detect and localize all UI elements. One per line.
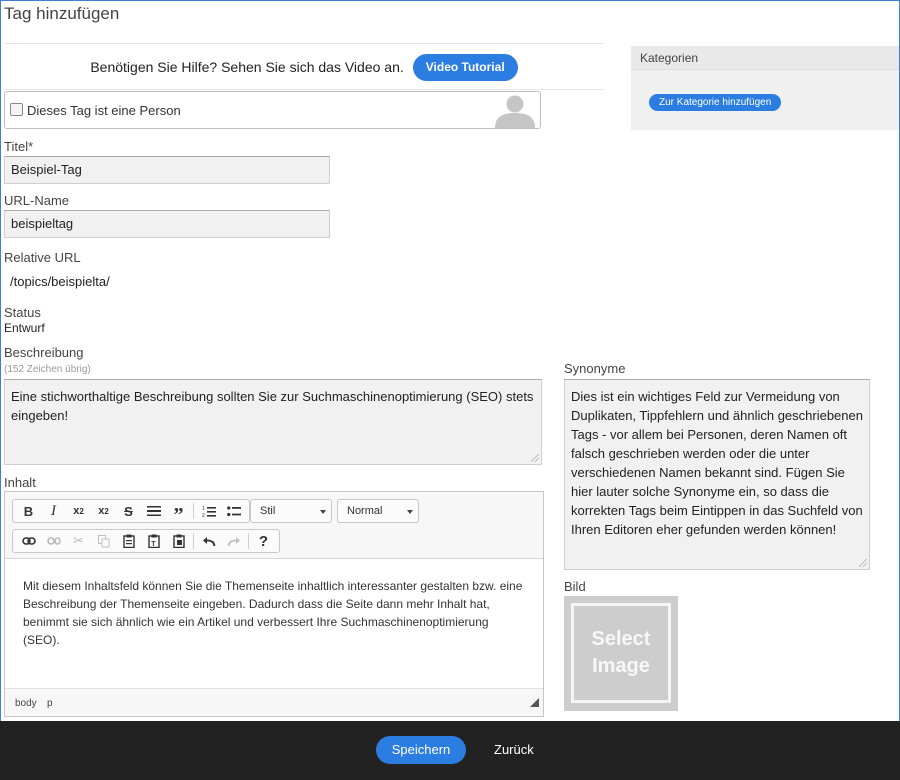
format-dropdown-value: Normal	[347, 505, 383, 517]
synonyms-label: Synonyme	[564, 361, 626, 376]
back-link[interactable]: Zurück	[494, 742, 534, 757]
categories-panel: Kategorien Zur Kategorie hinzufügen	[631, 46, 899, 130]
superscript-icon[interactable]: x2	[91, 500, 116, 522]
person-toggle-box: Dieses Tag ist eine Person	[4, 91, 541, 129]
image-placeholder: Select Image	[571, 603, 671, 703]
image-placeholder-line2: Image	[592, 655, 650, 677]
relative-url-value: /topics/beispielta/	[10, 274, 110, 289]
url-name-field[interactable]: beispieltag	[4, 210, 330, 238]
element-path-p[interactable]: p	[47, 698, 53, 709]
content-label: Inhalt	[4, 475, 36, 490]
resize-grip-icon[interactable]	[859, 559, 867, 567]
numbered-list-icon[interactable]: 12	[196, 500, 221, 522]
synonyms-textarea[interactable]: Dies ist ein wichtiges Feld zur Vermeidu…	[564, 379, 870, 570]
toolbar-separator	[193, 533, 194, 549]
save-button[interactable]: Speichern	[376, 736, 466, 764]
image-placeholder-line1: Select	[591, 628, 651, 650]
video-tutorial-button[interactable]: Video Tutorial	[412, 53, 518, 81]
add-category-button[interactable]: Zur Kategorie hinzufügen	[649, 94, 782, 111]
description-label: Beschreibung	[4, 345, 84, 360]
help-icon[interactable]: ?	[251, 530, 276, 552]
editor-toolbar: B I x2 x2 S ” 12 Stil Normal ✂ T ?	[5, 492, 543, 559]
toolbar-separator	[193, 503, 194, 519]
description-textarea[interactable]: Eine stichworthaltige Beschreibung sollt…	[4, 379, 542, 465]
description-char-counter: (152 Zeichen übrig)	[4, 364, 91, 375]
horizontal-rule-icon[interactable]	[141, 500, 166, 522]
status-value: Entwurf	[4, 321, 45, 335]
subscript-icon[interactable]: x2	[66, 500, 91, 522]
formatting-group: B I x2 x2 S ” 12	[12, 499, 250, 526]
page-title: Tag hinzufügen	[4, 4, 120, 23]
description-text: Eine stichworthaltige Beschreibung sollt…	[11, 389, 534, 423]
copy-icon[interactable]	[91, 530, 116, 552]
svg-text:1: 1	[202, 506, 205, 512]
link-icon[interactable]	[16, 530, 41, 552]
dialog-frame: Tag hinzufügen Benötigen Sie Hilfe? Sehe…	[0, 0, 900, 721]
element-path-body[interactable]: body	[15, 698, 37, 709]
person-checkbox[interactable]	[10, 103, 23, 116]
chevron-down-icon	[407, 510, 413, 514]
synonyms-text: Dies ist ein wichtiges Feld zur Vermeidu…	[571, 389, 863, 537]
svg-text:2: 2	[202, 513, 205, 518]
image-label: Bild	[564, 579, 586, 594]
divider	[4, 43, 604, 44]
paste-word-icon[interactable]	[166, 530, 191, 552]
help-row: Benötigen Sie Hilfe? Sehen Sie sich das …	[4, 53, 604, 81]
svg-text:T: T	[151, 541, 156, 548]
cut-icon[interactable]: ✂	[66, 530, 91, 552]
select-image-button[interactable]: Select Image	[564, 596, 678, 711]
relative-url-label: Relative URL	[4, 250, 81, 265]
editor-status-bar: body p	[5, 688, 543, 716]
person-checkbox-label[interactable]: Dieses Tag ist eine Person	[27, 103, 181, 118]
clipboard-group: ✂ T ?	[12, 529, 280, 553]
paste-icon[interactable]	[116, 530, 141, 552]
editor-content[interactable]: Mit diesem Inhaltsfeld können Sie die Th…	[23, 577, 523, 649]
redo-icon[interactable]	[221, 530, 246, 552]
divider	[4, 89, 604, 90]
chevron-down-icon	[320, 510, 326, 514]
blockquote-icon[interactable]: ”	[166, 500, 191, 526]
undo-icon[interactable]	[196, 530, 221, 552]
unlink-icon[interactable]	[41, 530, 66, 552]
bulleted-list-icon[interactable]	[221, 500, 246, 522]
bold-icon[interactable]: B	[16, 500, 41, 522]
person-silhouette-icon	[495, 95, 535, 128]
toolbar-separator	[248, 533, 249, 549]
rich-text-editor: B I x2 x2 S ” 12 Stil Normal ✂ T ? Mit d…	[4, 491, 544, 717]
footer-bar: Speichern Zurück	[0, 721, 900, 780]
style-dropdown-value: Stil	[260, 505, 276, 517]
categories-heading: Kategorien	[631, 46, 899, 70]
resize-grip-icon[interactable]	[531, 454, 539, 462]
format-dropdown[interactable]: Normal	[337, 499, 419, 523]
title-field[interactable]: Beispiel-Tag	[4, 156, 330, 184]
status-label: Status	[4, 305, 41, 320]
style-dropdown[interactable]: Stil	[250, 499, 332, 523]
italic-icon[interactable]: I	[41, 500, 66, 522]
help-text: Benötigen Sie Hilfe? Sehen Sie sich das …	[90, 59, 404, 75]
paste-text-icon[interactable]: T	[141, 530, 166, 552]
strikethrough-icon[interactable]: S	[116, 500, 141, 522]
url-name-label: URL-Name	[4, 193, 70, 208]
title-label: Titel*	[4, 139, 34, 154]
resize-grip-icon[interactable]	[530, 698, 539, 707]
